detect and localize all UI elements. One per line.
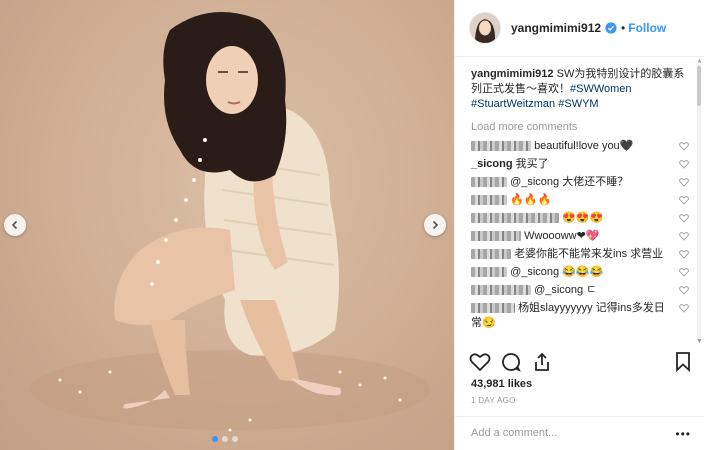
comment-text: @_sicong ㄷ <box>534 284 597 296</box>
blurred-username <box>471 177 507 188</box>
heart-icon[interactable] <box>679 285 689 295</box>
chevron-left-icon <box>11 220 18 230</box>
post-username[interactable]: yangmimimi912 <box>511 21 601 35</box>
heart-icon[interactable] <box>679 303 689 313</box>
heart-icon[interactable] <box>679 267 689 277</box>
avatar[interactable] <box>469 12 501 44</box>
comment-text: 我买了 <box>512 158 549 170</box>
heart-icon[interactable] <box>679 213 689 223</box>
heart-icon[interactable] <box>679 249 689 259</box>
comment-item: @_sicong 😂😂😂 <box>471 265 689 280</box>
comment-item: 老婆你能不能常来发ins 求营业 <box>471 247 689 262</box>
heart-icon[interactable] <box>679 231 689 241</box>
caption-username[interactable]: yangmimimi912 <box>471 68 554 80</box>
hashtag[interactable]: #SWWomen <box>570 83 632 95</box>
blurred-username <box>471 141 531 152</box>
comment-item: 🔥🔥🔥 <box>471 193 689 208</box>
verified-badge-icon <box>605 22 617 34</box>
post-sidebar: yangmimimi912 • Follow yangmimimi912 SW为… <box>454 0 704 450</box>
post-header: yangmimimi912 • Follow <box>455 0 704 57</box>
scroll-down-arrow[interactable]: ▼ <box>696 338 703 346</box>
load-more-comments[interactable]: Load more comments <box>471 120 689 135</box>
follow-button[interactable]: Follow <box>628 21 666 35</box>
comment-icon[interactable] <box>501 352 521 372</box>
follow-separator: • <box>621 21 626 35</box>
heart-icon[interactable] <box>679 159 689 169</box>
comment-item: beautiful!love you🖤 <box>471 139 689 154</box>
heart-icon[interactable] <box>469 352 491 372</box>
blurred-username <box>471 285 531 296</box>
photo-illustration <box>30 12 430 432</box>
post-photo[interactable] <box>0 0 454 450</box>
carousel-dot <box>222 436 228 442</box>
post-actions <box>469 352 691 372</box>
chevron-right-icon <box>432 220 439 230</box>
post-caption: yangmimimi912 SW为我特别设计的胶囊系列正式发售～喜欢！#SWWo… <box>471 67 689 112</box>
blurred-username <box>471 231 521 242</box>
add-comment-input[interactable] <box>469 426 673 440</box>
comment-text: 🔥🔥🔥 <box>510 194 552 206</box>
add-comment-bar: ••• <box>455 416 704 450</box>
comment-item: @_sicong 大佬还不睡？ <box>471 175 689 190</box>
comment-text: @_sicong 大佬还不睡？ <box>510 176 629 188</box>
blurred-username <box>471 303 515 314</box>
comment-item: _sicong 我买了 <box>471 157 689 172</box>
blurred-username <box>471 267 507 278</box>
previous-slide-button[interactable] <box>4 214 26 236</box>
heart-icon[interactable] <box>679 141 689 151</box>
comments-list[interactable]: yangmimimi912 SW为我特别设计的胶囊系列正式发售～喜欢！#SWWo… <box>455 57 704 347</box>
bookmark-icon[interactable] <box>675 352 691 372</box>
comment-item: @_sicong ㄷ <box>471 283 689 298</box>
blurred-username <box>471 249 511 260</box>
next-slide-button[interactable] <box>424 214 446 236</box>
carousel-dot <box>212 436 218 442</box>
carousel-dot <box>232 436 238 442</box>
comments-scrollbar[interactable] <box>696 62 702 342</box>
blurred-username <box>471 195 507 206</box>
hashtag[interactable]: #SWYM <box>558 98 598 110</box>
comment-text: @_sicong 😂😂😂 <box>510 266 604 278</box>
post-timestamp: 1 DAY AGO <box>471 396 516 405</box>
comment-item: Wwoooww❤💖 <box>471 229 689 244</box>
blurred-username <box>471 213 559 224</box>
comment-text: 😍😍😍 <box>562 212 604 224</box>
carousel-indicator <box>212 436 238 442</box>
heart-icon[interactable] <box>679 195 689 205</box>
comment-item: 杨姐slayyyyyyy 记得ins多发日常😏 <box>471 301 689 331</box>
more-options-button[interactable]: ••• <box>675 427 691 441</box>
share-icon[interactable] <box>533 352 551 372</box>
comment-text: Wwoooww❤💖 <box>524 230 600 242</box>
comment-text: beautiful!love you🖤 <box>534 140 634 152</box>
comment-item: 😍😍😍 <box>471 211 689 226</box>
hashtag[interactable]: #StuartWeitzman <box>471 98 555 110</box>
likes-count[interactable]: 43,981 likes <box>471 378 532 390</box>
comment-username[interactable]: _sicong <box>471 158 513 170</box>
avatar-image <box>470 13 500 43</box>
comment-text: 老婆你能不能常来发ins 求营业 <box>514 248 664 260</box>
heart-icon[interactable] <box>679 177 689 187</box>
